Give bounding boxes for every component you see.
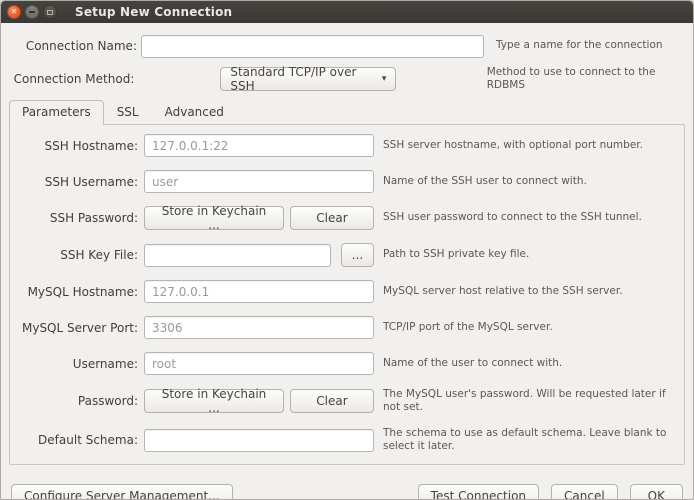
maximize-icon[interactable] bbox=[43, 5, 57, 19]
ssh-username-label: SSH Username: bbox=[10, 175, 138, 189]
mysql-username-row: Username: Name of the user to connect wi… bbox=[10, 352, 684, 375]
default-schema-row: Default Schema: The schema to use as def… bbox=[10, 427, 684, 453]
ssh-username-row: SSH Username: Name of the SSH user to co… bbox=[10, 170, 684, 193]
browse-key-file-button[interactable]: ... bbox=[341, 243, 374, 267]
connection-method-select[interactable]: Standard TCP/IP over SSH ▾ bbox=[220, 67, 396, 91]
setup-new-connection-dialog: ✕ Setup New Connection Connection Name: … bbox=[0, 0, 694, 500]
tab-parameters[interactable]: Parameters bbox=[9, 100, 104, 125]
connection-method-value: Standard TCP/IP over SSH bbox=[230, 65, 373, 93]
mysql-username-hint: Name of the user to connect with. bbox=[383, 357, 683, 370]
mysql-hostname-input[interactable] bbox=[144, 280, 374, 303]
footer-actions: Configure Server Management... Test Conn… bbox=[1, 484, 693, 500]
tab-advanced[interactable]: Advanced bbox=[152, 100, 237, 124]
connection-name-hint: Type a name for the connection bbox=[496, 39, 663, 52]
mysql-password-hint: The MySQL user's password. Will be reque… bbox=[383, 388, 683, 414]
mysql-port-row: MySQL Server Port: TCP/IP port of the My… bbox=[10, 316, 684, 339]
mysql-store-in-keychain-button[interactable]: Store in Keychain ... bbox=[144, 389, 284, 413]
mysql-username-label: Username: bbox=[10, 357, 138, 371]
mysql-password-row: Password: Store in Keychain ... Clear Th… bbox=[10, 388, 684, 414]
ssh-hostname-input[interactable] bbox=[144, 134, 374, 157]
default-schema-hint: The schema to use as default schema. Lea… bbox=[383, 427, 683, 453]
test-connection-button[interactable]: Test Connection bbox=[418, 484, 539, 500]
ssh-key-file-label: SSH Key File: bbox=[10, 248, 138, 262]
mysql-hostname-label: MySQL Hostname: bbox=[10, 285, 138, 299]
mysql-port-input[interactable] bbox=[144, 316, 374, 339]
minimize-icon[interactable] bbox=[25, 5, 39, 19]
connection-method-hint: Method to use to connect to the RDBMS bbox=[487, 66, 693, 92]
tab-bar: Parameters SSL Advanced bbox=[9, 100, 693, 124]
connection-method-row: Connection Method: Standard TCP/IP over … bbox=[1, 67, 693, 91]
connection-name-input[interactable] bbox=[141, 35, 484, 58]
mysql-username-input[interactable] bbox=[144, 352, 374, 375]
mysql-port-label: MySQL Server Port: bbox=[10, 321, 138, 335]
mysql-clear-password-button[interactable]: Clear bbox=[290, 389, 374, 413]
ok-button[interactable]: OK bbox=[630, 484, 683, 500]
configure-server-management-button[interactable]: Configure Server Management... bbox=[11, 484, 233, 500]
mysql-port-hint: TCP/IP port of the MySQL server. bbox=[383, 321, 683, 334]
ssh-key-file-input[interactable] bbox=[144, 244, 331, 267]
parameters-panel: SSH Hostname: SSH server hostname, with … bbox=[9, 124, 685, 465]
ssh-key-file-row: SSH Key File: ... Path to SSH private ke… bbox=[10, 243, 684, 267]
ssh-hostname-label: SSH Hostname: bbox=[10, 139, 138, 153]
header-section: Connection Name: Type a name for the con… bbox=[1, 23, 693, 91]
close-icon[interactable]: ✕ bbox=[7, 5, 21, 19]
ssh-store-in-keychain-button[interactable]: Store in Keychain ... bbox=[144, 206, 284, 230]
connection-name-label: Connection Name: bbox=[1, 39, 137, 53]
ssh-hostname-hint: SSH server hostname, with optional port … bbox=[383, 139, 683, 152]
title-bar[interactable]: ✕ Setup New Connection bbox=[1, 1, 693, 23]
window-title: Setup New Connection bbox=[75, 5, 232, 19]
ssh-password-label: SSH Password: bbox=[10, 211, 138, 225]
default-schema-label: Default Schema: bbox=[10, 433, 138, 447]
chevron-down-icon: ▾ bbox=[382, 74, 387, 84]
mysql-hostname-hint: MySQL server host relative to the SSH se… bbox=[383, 285, 683, 298]
cancel-button[interactable]: Cancel bbox=[551, 484, 618, 500]
default-schema-input[interactable] bbox=[144, 429, 374, 452]
ssh-password-hint: SSH user password to connect to the SSH … bbox=[383, 211, 683, 224]
ssh-username-input[interactable] bbox=[144, 170, 374, 193]
connection-name-row: Connection Name: Type a name for the con… bbox=[1, 34, 693, 58]
ssh-clear-password-button[interactable]: Clear bbox=[290, 206, 374, 230]
ssh-key-file-hint: Path to SSH private key file. bbox=[383, 248, 683, 261]
ssh-password-row: SSH Password: Store in Keychain ... Clea… bbox=[10, 206, 684, 230]
mysql-hostname-row: MySQL Hostname: MySQL server host relati… bbox=[10, 280, 684, 303]
ssh-hostname-row: SSH Hostname: SSH server hostname, with … bbox=[10, 134, 684, 157]
ssh-username-hint: Name of the SSH user to connect with. bbox=[383, 175, 683, 188]
mysql-password-label: Password: bbox=[10, 394, 138, 408]
connection-method-label: Connection Method: bbox=[1, 72, 134, 86]
tab-ssl[interactable]: SSL bbox=[104, 100, 152, 124]
